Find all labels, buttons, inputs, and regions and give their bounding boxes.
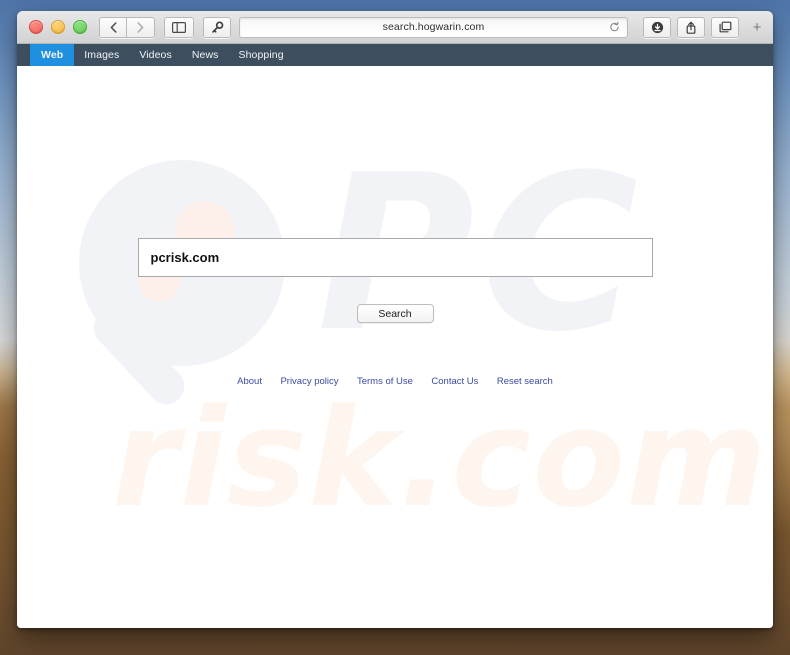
- footer-link-about[interactable]: About: [237, 376, 262, 387]
- close-window-button[interactable]: [29, 20, 43, 34]
- risk-watermark-text: risk.com: [112, 380, 768, 537]
- key-icon: [211, 20, 223, 33]
- tabs-icon: [719, 21, 731, 33]
- sidebar-icon: [172, 21, 186, 33]
- minimize-window-button[interactable]: [51, 20, 65, 34]
- nav-item-images[interactable]: Images: [74, 44, 129, 66]
- site-navigation-bar: Web Images Videos News Shopping: [17, 44, 773, 66]
- chevron-right-icon: [137, 21, 144, 33]
- chevron-left-icon: [110, 21, 117, 33]
- footer-link-contact-us[interactable]: Contact Us: [431, 376, 478, 387]
- new-tab-button[interactable]: +: [748, 16, 766, 38]
- address-bar[interactable]: search.hogwarin.com: [239, 16, 628, 38]
- forward-button[interactable]: [127, 16, 155, 38]
- sidebar-toggle-button[interactable]: [164, 16, 194, 38]
- download-icon: [651, 21, 663, 33]
- search-area: Search: [17, 66, 773, 323]
- maximize-window-button[interactable]: [73, 20, 87, 34]
- footer-link-reset-search[interactable]: Reset search: [497, 376, 553, 387]
- reload-icon[interactable]: [609, 21, 620, 33]
- downloads-button[interactable]: [643, 16, 671, 38]
- search-button[interactable]: Search: [356, 304, 434, 323]
- autofill-key-button[interactable]: [203, 16, 231, 38]
- nav-item-web[interactable]: Web: [30, 44, 75, 66]
- url-text: search.hogwarin.com: [382, 21, 485, 33]
- page-content: PC risk.com Search About Privacy policy …: [17, 66, 773, 628]
- toolbar-right-tools: +: [637, 16, 766, 38]
- share-button[interactable]: [677, 16, 705, 38]
- nav-item-news[interactable]: News: [182, 44, 229, 66]
- nav-item-shopping[interactable]: Shopping: [229, 44, 294, 66]
- navigation-buttons: [99, 16, 155, 38]
- footer-link-terms-of-use[interactable]: Terms of Use: [357, 376, 413, 387]
- window-controls: [29, 20, 87, 34]
- back-button[interactable]: [99, 16, 127, 38]
- browser-toolbar: search.hogwarin.com +: [17, 11, 773, 44]
- search-input[interactable]: [137, 238, 653, 277]
- footer-links: About Privacy policy Terms of Use Contac…: [17, 371, 773, 389]
- nav-item-videos[interactable]: Videos: [129, 44, 182, 66]
- browser-window: search.hogwarin.com + Web Images Videos …: [17, 11, 773, 628]
- share-icon: [686, 21, 696, 34]
- show-all-tabs-button[interactable]: [711, 16, 739, 38]
- footer-link-privacy-policy[interactable]: Privacy policy: [280, 376, 338, 387]
